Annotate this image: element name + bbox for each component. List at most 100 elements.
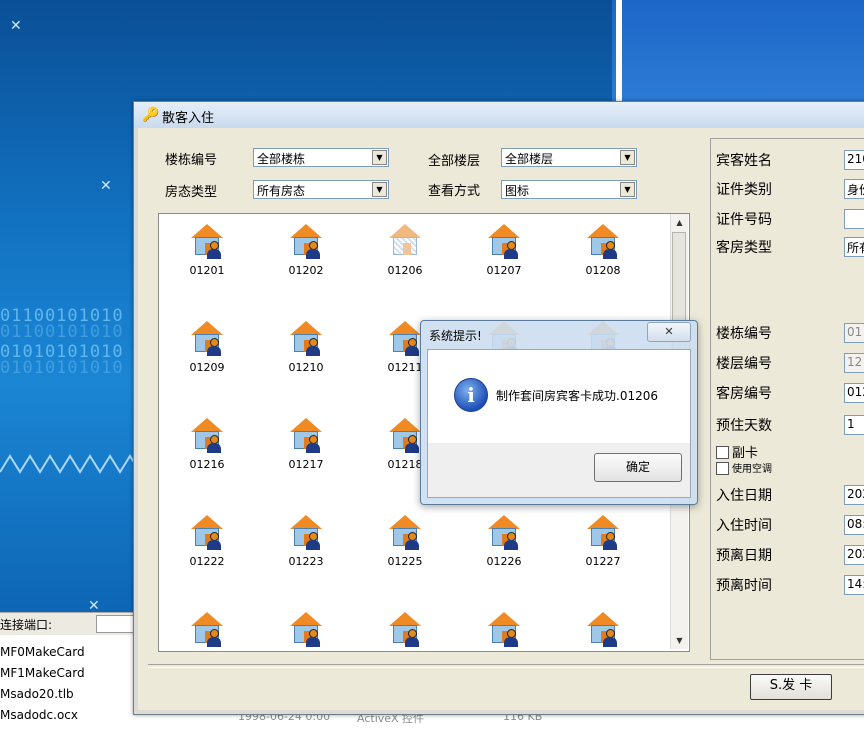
- guest-name-field[interactable]: 210: [844, 150, 864, 170]
- room-tile[interactable]: [375, 612, 435, 651]
- room-tile[interactable]: 01217: [276, 418, 336, 471]
- room-number: 01223: [288, 555, 324, 568]
- system-message-dialog: 系统提示! ✕ i 制作套间房宾客卡成功.01206 确定: [420, 320, 698, 505]
- house-icon: [585, 224, 621, 260]
- building-select[interactable]: 全部楼栋 ▼: [253, 148, 389, 167]
- guest-icon: [503, 532, 519, 550]
- room-number: 01202: [288, 264, 324, 277]
- room-tile[interactable]: 01208: [573, 224, 633, 277]
- room-tile[interactable]: 01209: [177, 321, 237, 374]
- floor-label: 全部楼层: [428, 154, 481, 169]
- info-icon: i: [454, 378, 488, 412]
- scroll-up-icon[interactable]: ▲: [671, 214, 688, 231]
- file-item[interactable]: Msado20.tlb: [0, 687, 74, 701]
- file-explorer-background: 连接端口: MF0MakeCard MF1MakeCard Msado20.tl…: [0, 612, 140, 731]
- house-icon: [486, 515, 522, 551]
- id-type-select[interactable]: 身份: [844, 179, 864, 199]
- scroll-down-icon[interactable]: ▼: [671, 632, 688, 649]
- room-tile[interactable]: [276, 612, 336, 651]
- checkin-date-value: 202: [847, 487, 864, 501]
- guest-icon: [305, 629, 321, 647]
- checkin-time-value: 08:: [847, 517, 864, 531]
- room-tile[interactable]: 01227: [573, 515, 633, 568]
- building-no-label: 楼栋编号: [716, 326, 772, 342]
- room-type-select[interactable]: 所有: [844, 237, 864, 257]
- floor-select[interactable]: 全部楼层 ▼: [501, 148, 637, 167]
- window-title: 散客入住: [162, 111, 215, 126]
- dialog-message: 制作套间房宾客卡成功.01206: [496, 389, 658, 403]
- room-no-field[interactable]: 012: [844, 383, 864, 403]
- room-tile[interactable]: [177, 612, 237, 651]
- room-number: 01226: [486, 555, 522, 568]
- room-number: 01222: [189, 555, 225, 568]
- room-number: 01216: [189, 458, 225, 471]
- guest-icon: [206, 241, 222, 259]
- wallpaper-zigzag: [0, 454, 140, 474]
- stay-days-field[interactable]: 1: [844, 415, 864, 435]
- guest-icon: [404, 338, 420, 356]
- wallpaper-star-icon: ✕: [100, 178, 112, 194]
- port-input[interactable]: [96, 615, 138, 633]
- house-icon: [387, 418, 423, 454]
- room-tile[interactable]: 01201: [177, 224, 237, 277]
- room-tile[interactable]: 01206: [375, 224, 435, 277]
- house-icon: [585, 612, 621, 648]
- view-mode-select[interactable]: 图标 ▼: [501, 180, 637, 199]
- guest-icon: [305, 435, 321, 453]
- window-titlebar[interactable]: 🔑 散客入住: [134, 102, 864, 128]
- stay-days-label: 预住天数: [716, 418, 772, 434]
- bottom-separator: [148, 664, 864, 668]
- file-item[interactable]: Msadodc.ocx: [0, 708, 78, 722]
- guest-icon: [404, 532, 420, 550]
- ac-label: 使用空调: [732, 464, 772, 475]
- guest-icon: [206, 435, 222, 453]
- chevron-down-icon[interactable]: ▼: [620, 182, 635, 197]
- guest-icon: [503, 241, 519, 259]
- ok-button[interactable]: 确定: [594, 453, 682, 482]
- house-icon: [486, 612, 522, 648]
- room-tile[interactable]: 01223: [276, 515, 336, 568]
- issue-card-button[interactable]: S.发 卡: [750, 674, 832, 700]
- checkin-date-field[interactable]: 202: [844, 485, 864, 505]
- file-item[interactable]: MF1MakeCard: [0, 666, 85, 680]
- chevron-down-icon[interactable]: ▼: [372, 182, 387, 197]
- room-number: 01207: [486, 264, 522, 277]
- floor-select-value: 全部楼层: [505, 152, 554, 166]
- house-icon: [387, 224, 423, 260]
- file-item[interactable]: MF0MakeCard: [0, 645, 85, 659]
- checkout-time-field[interactable]: 14:: [844, 575, 864, 595]
- room-tile[interactable]: [573, 612, 633, 651]
- room-status-select[interactable]: 所有房态 ▼: [253, 180, 389, 199]
- room-tile[interactable]: 01226: [474, 515, 534, 568]
- view-mode-label: 查看方式: [428, 184, 481, 199]
- key-icon: 🔑: [142, 107, 160, 123]
- room-tile[interactable]: 01225: [375, 515, 435, 568]
- house-icon: [387, 321, 423, 357]
- close-icon[interactable]: ✕: [647, 322, 691, 342]
- room-tile[interactable]: 01207: [474, 224, 534, 277]
- room-tile[interactable]: 01210: [276, 321, 336, 374]
- house-icon: [288, 224, 324, 260]
- guest-icon: [503, 629, 519, 647]
- id-number-field[interactable]: [844, 209, 864, 229]
- ac-checkbox[interactable]: [716, 462, 729, 475]
- guest-icon: [206, 532, 222, 550]
- checkout-date-field[interactable]: 202: [844, 545, 864, 565]
- checkin-time-field[interactable]: 08:: [844, 515, 864, 535]
- floor-no-label: 楼层编号: [716, 356, 772, 372]
- sub-card-checkbox[interactable]: [716, 446, 729, 459]
- filter-bar: 楼栋编号 全部楼栋 ▼ 全部楼层 全部楼层 ▼ 房态类型 所有房态 ▼ 查看方式…: [138, 128, 698, 208]
- guest-icon: [305, 241, 321, 259]
- chevron-down-icon[interactable]: ▼: [620, 150, 635, 165]
- guest-icon: [305, 532, 321, 550]
- chevron-down-icon[interactable]: ▼: [372, 150, 387, 165]
- room-tile[interactable]: 01216: [177, 418, 237, 471]
- room-tile[interactable]: 01222: [177, 515, 237, 568]
- room-number: 01206: [387, 264, 423, 277]
- dialog-title: 系统提示!: [429, 329, 482, 343]
- room-tile[interactable]: 01202: [276, 224, 336, 277]
- guest-icon: [602, 241, 618, 259]
- guest-icon: [602, 532, 618, 550]
- checkin-time-label: 入住时间: [716, 518, 772, 534]
- room-tile[interactable]: [474, 612, 534, 651]
